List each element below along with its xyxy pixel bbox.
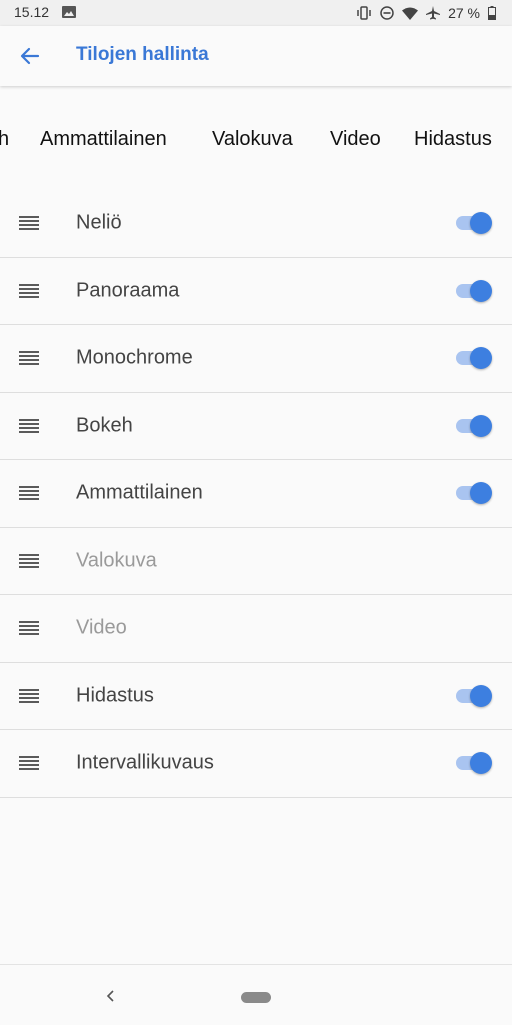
mode-strip-item[interactable]: Ammattilainen <box>40 128 167 151</box>
airplane-icon <box>426 6 441 20</box>
mode-label: Neliö <box>76 211 122 234</box>
mode-strip-item[interactable]: Hidastus <box>414 128 492 151</box>
drag-handle-icon[interactable] <box>19 283 39 299</box>
list-item: Neliö <box>0 190 512 258</box>
mode-toggle[interactable] <box>452 481 492 505</box>
list-item: Ammattilainen <box>0 460 512 528</box>
mode-label: Monochrome <box>76 346 193 369</box>
list-item: Monochrome <box>0 325 512 393</box>
mode-label: Intervallikuvaus <box>76 751 214 774</box>
battery-icon <box>488 6 496 20</box>
list-item: Panoraama <box>0 258 512 325</box>
mode-strip-item[interactable]: Valokuva <box>212 128 293 151</box>
mode-list: Neliö Panoraama Monochrome Bokeh Ammatti… <box>0 190 512 798</box>
mode-label: Hidastus <box>76 684 154 707</box>
list-item: Intervallikuvaus <box>0 730 512 798</box>
page-title: Tilojen hallinta <box>76 44 209 65</box>
list-item: Valokuva <box>0 528 512 595</box>
drag-handle-icon[interactable] <box>19 215 39 231</box>
drag-handle-icon[interactable] <box>19 755 39 771</box>
mode-strip-item[interactable]: Video <box>330 128 381 151</box>
mode-toggle[interactable] <box>452 751 492 775</box>
mode-label: Valokuva <box>76 549 157 572</box>
drag-handle-icon[interactable] <box>19 553 39 569</box>
wifi-icon <box>402 7 419 20</box>
mode-strip-item[interactable]: h <box>0 128 9 151</box>
mode-toggle[interactable] <box>452 211 492 235</box>
status-icons: 27 % <box>356 3 496 23</box>
navigation-bar <box>0 964 512 1025</box>
mode-toggle[interactable] <box>452 684 492 708</box>
mode-label: Ammattilainen <box>76 481 203 504</box>
drag-handle-icon[interactable] <box>19 688 39 704</box>
arrow-back-icon[interactable] <box>14 40 46 72</box>
do-not-disturb-icon <box>380 6 394 20</box>
list-item: Hidastus <box>0 663 512 730</box>
status-time: 15.12 <box>14 4 50 20</box>
mode-strip[interactable]: h Ammattilainen Valokuva Video Hidastus <box>0 108 512 168</box>
drag-handle-icon[interactable] <box>19 485 39 501</box>
drag-handle-icon[interactable] <box>19 620 39 636</box>
nav-back-icon[interactable] <box>104 989 116 1003</box>
list-item: Video <box>0 595 512 663</box>
list-item: Bokeh <box>0 393 512 460</box>
battery-percent: 27 % <box>448 5 480 21</box>
mode-label: Bokeh <box>76 414 133 437</box>
status-bar: 15.12 27 % <box>0 0 512 26</box>
image-icon <box>62 6 76 18</box>
drag-handle-icon[interactable] <box>19 350 39 366</box>
mode-toggle[interactable] <box>452 279 492 303</box>
drag-handle-icon[interactable] <box>19 418 39 434</box>
home-pill-icon[interactable] <box>241 992 271 1003</box>
vibrate-icon <box>357 6 371 20</box>
app-bar: Tilojen hallinta <box>0 26 512 86</box>
mode-toggle[interactable] <box>452 346 492 370</box>
mode-label: Video <box>76 616 127 639</box>
mode-toggle[interactable] <box>452 414 492 438</box>
mode-label: Panoraama <box>76 279 180 302</box>
